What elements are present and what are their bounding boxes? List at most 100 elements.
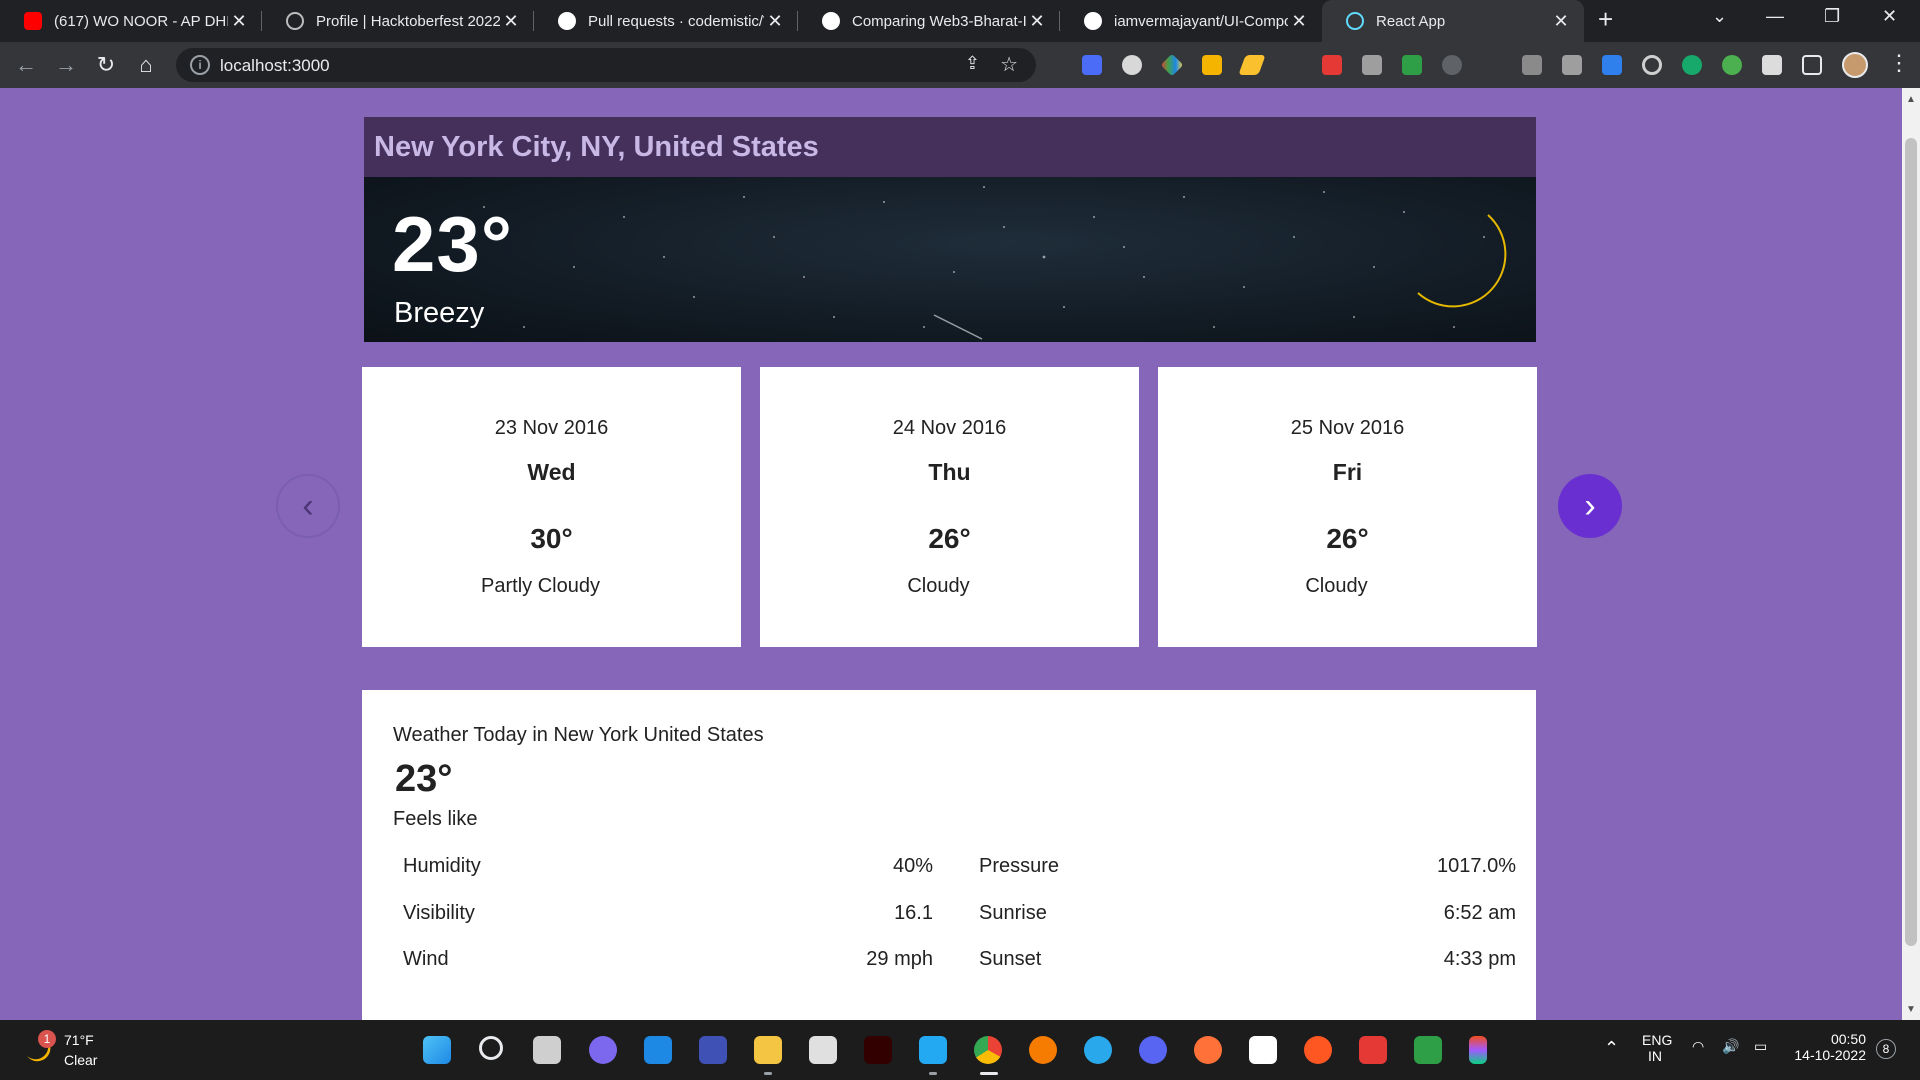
running-indicator xyxy=(980,1072,998,1075)
window-close-icon[interactable]: ✕ xyxy=(1882,6,1897,27)
current-weather-banner: New York City, NY, United States 23° Bre… xyxy=(364,117,1536,342)
new-tab-button[interactable]: + xyxy=(1598,4,1613,35)
search-icon[interactable] xyxy=(479,1036,503,1060)
app-icon[interactable] xyxy=(1304,1036,1332,1064)
chevron-up-icon[interactable]: ⌃ xyxy=(1604,1038,1619,1059)
share-icon[interactable]: ⇪ xyxy=(965,53,980,74)
figma-icon[interactable] xyxy=(1469,1036,1487,1064)
hacktoberfest-icon xyxy=(286,12,304,30)
extension-icon[interactable] xyxy=(1642,55,1662,75)
avatar[interactable] xyxy=(1842,52,1868,78)
extension-icon[interactable] xyxy=(1122,55,1142,75)
detail-row-pressure: Pressure 1017.0% xyxy=(979,855,1516,885)
chrome-icon[interactable] xyxy=(974,1036,1002,1064)
forecast-day: Wed xyxy=(527,459,576,485)
extension-icon[interactable] xyxy=(1682,55,1702,75)
home-icon[interactable]: ⌂ xyxy=(132,50,160,80)
extension-icon[interactable] xyxy=(1362,55,1382,75)
details-heading: Weather Today in New York United States xyxy=(393,724,764,746)
tab-youtube[interactable]: (617) WO NOOR - AP DHILLON ✕ xyxy=(0,0,262,42)
extension-icon[interactable] xyxy=(1562,55,1582,75)
night-sky-background: 23° Breezy xyxy=(364,177,1536,342)
extension-icon[interactable] xyxy=(1082,55,1102,75)
next-forecast-button[interactable]: › xyxy=(1558,474,1622,538)
extension-icon[interactable] xyxy=(1522,55,1542,75)
extension-icon[interactable] xyxy=(1722,55,1742,75)
detail-value: 16.1 xyxy=(894,902,933,924)
site-info-icon[interactable]: i xyxy=(190,55,210,75)
react-icon xyxy=(1346,12,1364,30)
tab-comparing[interactable]: Comparing Web3-Bharat-IT ✕ xyxy=(798,0,1060,42)
language-code: ENG xyxy=(1642,1032,1673,1048)
detail-label: Humidity xyxy=(403,855,481,877)
blender-icon[interactable] xyxy=(1029,1036,1057,1064)
close-icon[interactable]: ✕ xyxy=(1026,11,1048,32)
feels-like-label: Feels like xyxy=(393,808,478,830)
detail-label: Visibility xyxy=(403,902,475,924)
address-bar[interactable]: i localhost:3000 ⇪ ☆ xyxy=(176,48,1036,82)
discord-icon[interactable] xyxy=(1139,1036,1167,1064)
side-panel-icon[interactable] xyxy=(1802,55,1822,75)
extensions-puzzle-icon[interactable] xyxy=(1762,55,1782,75)
restore-icon[interactable]: ❐ xyxy=(1824,6,1840,27)
forecast-date: 24 Nov 2016 xyxy=(892,417,1007,439)
tab-ui-components[interactable]: iamvermajayant/UI-Components ✕ xyxy=(1060,0,1322,42)
extension-icon[interactable] xyxy=(1202,55,1222,75)
menu-icon[interactable]: ⋮ xyxy=(1888,50,1910,76)
scroll-down-icon[interactable]: ▼ xyxy=(1904,1004,1918,1015)
telegram-icon[interactable] xyxy=(1084,1036,1112,1064)
scroll-up-icon[interactable]: ▲ xyxy=(1904,94,1918,105)
task-view-icon[interactable] xyxy=(533,1036,561,1064)
wps-office-icon[interactable] xyxy=(1359,1036,1387,1064)
clock[interactable]: 00:50 14-10-2022 xyxy=(1790,1031,1866,1063)
illustrator-icon[interactable] xyxy=(864,1036,892,1064)
close-icon[interactable]: ✕ xyxy=(1550,11,1572,32)
extension-icon[interactable] xyxy=(1402,55,1422,75)
extension-icon[interactable] xyxy=(1282,55,1302,75)
detail-row-sunset: Sunset 4:33 pm xyxy=(979,948,1516,978)
file-explorer-icon[interactable] xyxy=(754,1036,782,1064)
close-icon[interactable]: ✕ xyxy=(228,11,250,32)
tab-title: iamvermajayant/UI-Components xyxy=(1114,12,1288,30)
firefox-icon[interactable] xyxy=(1194,1036,1222,1064)
prev-forecast-button[interactable]: ‹ xyxy=(276,474,340,538)
sheets-icon[interactable] xyxy=(1414,1036,1442,1064)
tab-react-app[interactable]: React App ✕ xyxy=(1322,0,1584,42)
volume-icon[interactable]: 🔊 xyxy=(1722,1038,1739,1055)
forward-icon[interactable]: → xyxy=(52,50,80,80)
details-temperature: 23° xyxy=(395,758,453,800)
taskbar-weather-condition: Clear xyxy=(64,1052,98,1068)
app-icon[interactable] xyxy=(699,1036,727,1064)
address-url[interactable]: localhost:3000 xyxy=(220,56,330,76)
windows-start-icon[interactable] xyxy=(423,1036,451,1064)
extension-icon[interactable] xyxy=(1322,55,1342,75)
tab-search-icon[interactable]: ⌄ xyxy=(1712,6,1727,27)
taskbar-weather-temp: 71°F xyxy=(64,1032,94,1048)
tab-pull-requests[interactable]: Pull requests · codemistic/Web3 ✕ xyxy=(534,0,798,42)
github-icon xyxy=(558,12,576,30)
back-icon[interactable]: ← xyxy=(12,50,40,80)
notification-count-badge[interactable]: 8 xyxy=(1876,1039,1896,1059)
extension-icon[interactable] xyxy=(1602,55,1622,75)
wifi-icon[interactable]: ◠ xyxy=(1692,1038,1704,1055)
forecast-day: Thu xyxy=(928,459,971,485)
scrollbar-thumb[interactable] xyxy=(1905,138,1917,946)
tab-hacktoberfest[interactable]: Profile | Hacktoberfest 2022 ✕ xyxy=(262,0,534,42)
close-icon[interactable]: ✕ xyxy=(764,11,786,32)
detail-value: 6:52 am xyxy=(1443,902,1516,924)
microsoft-store-icon[interactable] xyxy=(809,1036,837,1064)
teams-chat-icon[interactable] xyxy=(589,1036,617,1064)
vscode-icon[interactable] xyxy=(919,1036,947,1064)
bookmark-star-icon[interactable]: ☆ xyxy=(1000,52,1018,77)
notion-icon[interactable] xyxy=(1249,1036,1277,1064)
tab-title: Pull requests · codemistic/Web3 xyxy=(588,12,764,30)
close-icon[interactable]: ✕ xyxy=(500,11,522,32)
tab-title: Comparing Web3-Bharat-IT xyxy=(852,12,1026,30)
reload-icon[interactable]: ↻ xyxy=(92,50,120,80)
extension-icon[interactable] xyxy=(1442,55,1462,75)
language-indicator[interactable]: ENG IN xyxy=(1642,1032,1672,1064)
battery-icon[interactable]: ▭ xyxy=(1754,1038,1767,1055)
mail-icon[interactable] xyxy=(644,1036,672,1064)
minimize-icon[interactable]: — xyxy=(1766,6,1784,27)
close-icon[interactable]: ✕ xyxy=(1288,11,1310,32)
